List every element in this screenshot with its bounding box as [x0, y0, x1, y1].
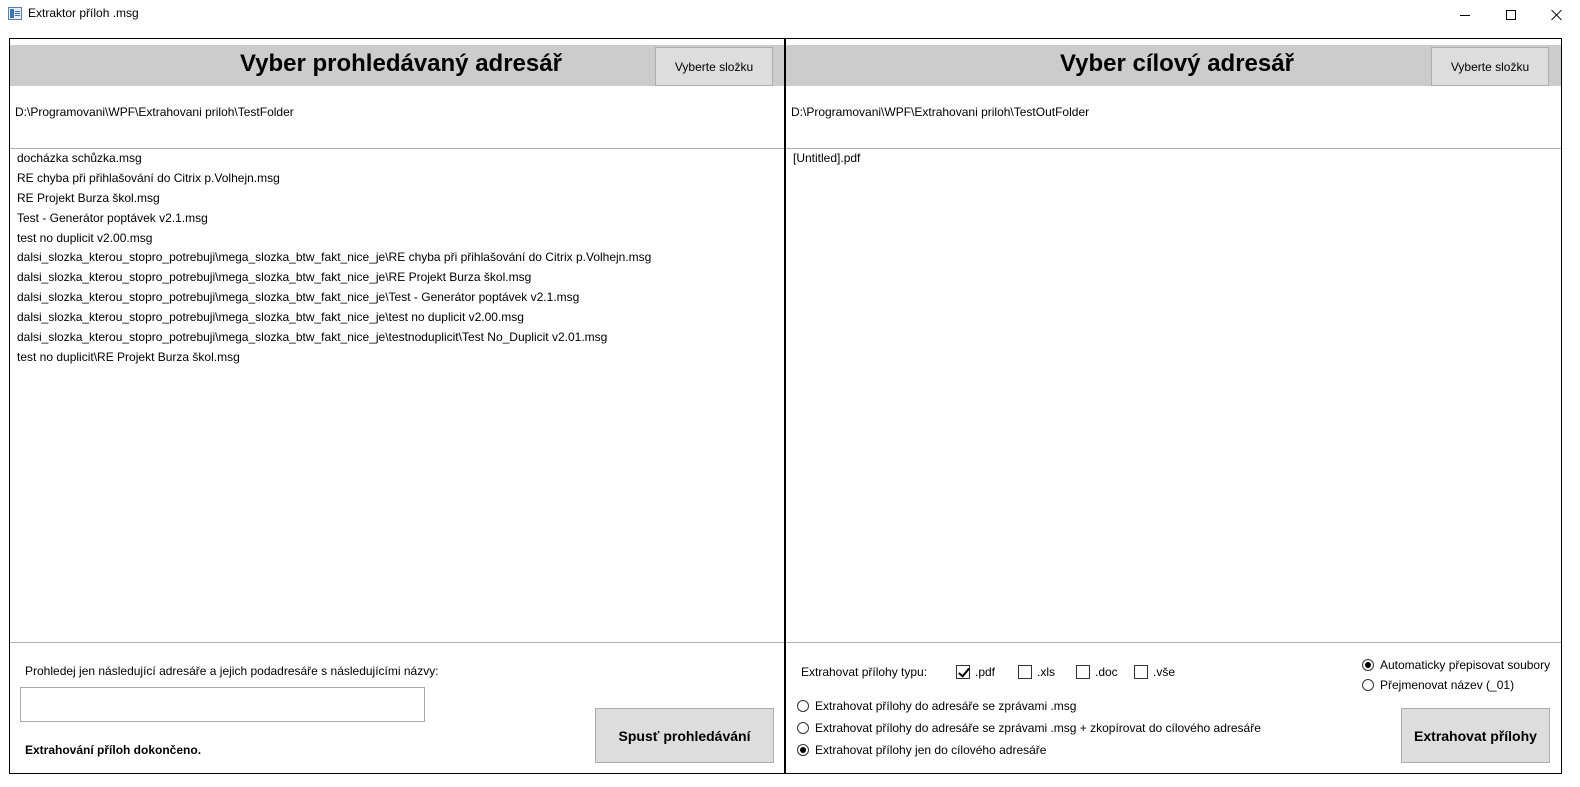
type-all-label: .vše — [1153, 665, 1176, 679]
mode-msg-and-copy-radio[interactable]: Extrahovat přílohy do adresáře se zpráva… — [797, 721, 1261, 735]
list-item[interactable]: docházka schůzka.msg — [10, 149, 784, 169]
type-doc-label: .doc — [1095, 665, 1118, 679]
mode-target-only-label: Extrahovat přílohy jen do cílového adres… — [815, 743, 1047, 757]
mode-msg-folder-label: Extrahovat přílohy do adresáře se zpráva… — [815, 699, 1077, 713]
status-message: Extrahování příloh dokončeno. — [25, 743, 202, 757]
list-item[interactable]: dalsi_slozka_kterou_stopro_potrebuji\meg… — [10, 268, 784, 288]
checkbox-box[interactable] — [956, 665, 970, 679]
source-path: D:\Programovani\WPF\Extrahovani priloh\T… — [15, 105, 294, 119]
target-file-list[interactable]: [Untitled].pdf — [786, 148, 1561, 643]
folder-filter-label: Prohledej jen následující adresáře a jej… — [25, 664, 439, 678]
overwrite-auto-label: Automaticky přepisovat soubory — [1380, 658, 1551, 672]
type-pdf-label: .pdf — [975, 665, 996, 679]
list-item[interactable]: test no duplicit\RE Projekt Burza škol.m… — [10, 348, 784, 368]
list-item[interactable]: RE chyba při přihlašování do Citrix p.Vo… — [10, 169, 784, 189]
target-title: Vyber cílový adresář — [1060, 50, 1294, 77]
mode-msg-folder-radio[interactable]: Extrahovat přílohy do adresáře se zpráva… — [797, 699, 1076, 713]
source-file-list[interactable]: docházka schůzka.msg RE chyba při přihla… — [10, 148, 784, 643]
source-panel: Vyber prohledávaný adresář Vyberte složk… — [10, 39, 784, 773]
source-title: Vyber prohledávaný adresář — [240, 50, 562, 77]
list-item[interactable]: RE Projekt Burza škol.msg — [10, 189, 784, 209]
close-button[interactable] — [1534, 0, 1580, 30]
app-icon — [8, 7, 22, 20]
list-item[interactable]: dalsi_slozka_kterou_stopro_potrebuji\meg… — [10, 248, 784, 268]
rename-radio[interactable]: Přejmenovat název (_01) — [1362, 678, 1514, 692]
type-doc-checkbox[interactable]: .doc — [1076, 665, 1118, 679]
maximize-icon — [1506, 10, 1516, 20]
attachment-type-label: Extrahovat přílohy typu: — [801, 665, 928, 679]
target-path: D:\Programovani\WPF\Extrahovani priloh\T… — [791, 105, 1090, 119]
target-panel: Vyber cílový adresář Vyberte složku D:\P… — [786, 39, 1561, 773]
target-browse-button[interactable]: Vyberte složku — [1431, 47, 1549, 86]
maximize-button[interactable] — [1488, 0, 1534, 30]
mode-msg-and-copy-label: Extrahovat přílohy do adresáře se zpráva… — [815, 721, 1261, 735]
list-item[interactable]: Test - Generátor poptávek v2.1.msg — [10, 209, 784, 229]
extract-attachments-button[interactable]: Extrahovat přílohy — [1401, 708, 1550, 763]
source-browse-button[interactable]: Vyberte složku — [655, 47, 773, 86]
title-bar: Extraktor příloh .msg — [0, 0, 1580, 30]
radio-circle[interactable] — [1362, 679, 1374, 691]
overwrite-auto-radio[interactable]: Automaticky přepisovat soubory — [1362, 658, 1550, 672]
radio-circle[interactable] — [797, 722, 809, 734]
minimize-button[interactable] — [1442, 0, 1488, 30]
type-pdf-checkbox[interactable]: .pdf — [956, 665, 995, 679]
folder-filter-input[interactable] — [20, 687, 425, 722]
list-item[interactable]: dalsi_slozka_kterou_stopro_potrebuji\meg… — [10, 288, 784, 308]
start-scan-button[interactable]: Spusť prohledávání — [595, 708, 774, 763]
list-item[interactable]: [Untitled].pdf — [786, 149, 1561, 169]
checkbox-box[interactable] — [1076, 665, 1090, 679]
checkbox-box[interactable] — [1018, 665, 1032, 679]
checkbox-box[interactable] — [1134, 665, 1148, 679]
radio-circle[interactable] — [797, 744, 809, 756]
type-xls-checkbox[interactable]: .xls — [1018, 665, 1055, 679]
rename-label: Přejmenovat název (_01) — [1380, 678, 1515, 692]
close-icon — [1551, 9, 1563, 21]
window-title: Extraktor příloh .msg — [28, 6, 139, 20]
radio-circle[interactable] — [797, 700, 809, 712]
type-xls-label: .xls — [1037, 665, 1055, 679]
radio-circle[interactable] — [1362, 659, 1374, 671]
list-item[interactable]: test no duplicit v2.00.msg — [10, 229, 784, 249]
list-item[interactable]: dalsi_slozka_kterou_stopro_potrebuji\meg… — [10, 328, 784, 348]
type-all-checkbox[interactable]: .vše — [1134, 665, 1175, 679]
list-item[interactable]: dalsi_slozka_kterou_stopro_potrebuji\meg… — [10, 308, 784, 328]
minimize-icon — [1460, 14, 1470, 16]
mode-target-only-radio[interactable]: Extrahovat přílohy jen do cílového adres… — [797, 743, 1046, 757]
